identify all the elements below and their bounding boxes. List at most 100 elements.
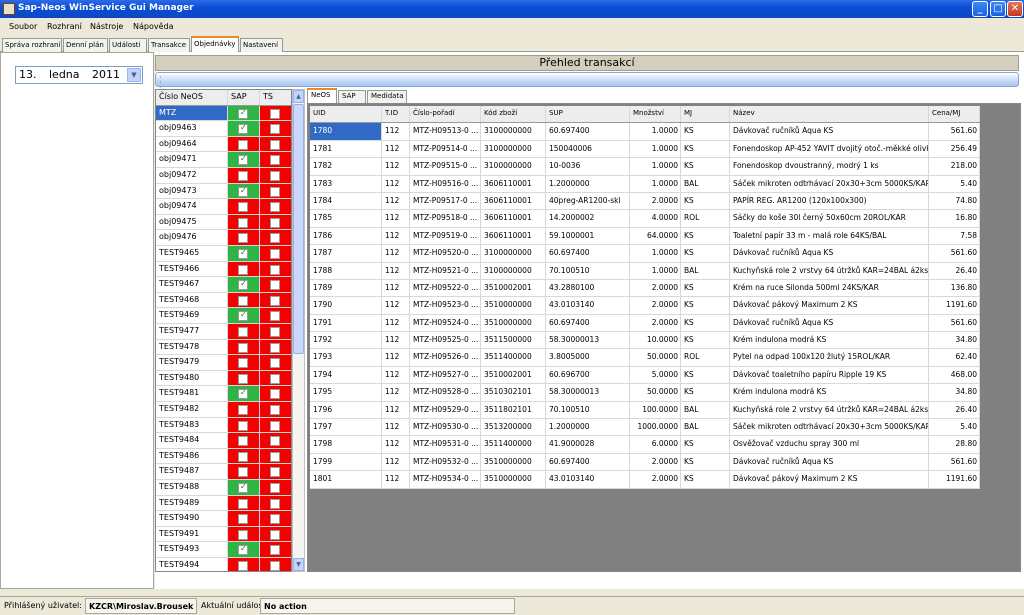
transaction-grid[interactable]: UID T.ID Číslo-pořadí Kód zboží SUP Množství M… bbox=[307, 103, 1021, 572]
order-row[interactable]: obj09471 bbox=[156, 152, 291, 168]
scroll-thumb[interactable] bbox=[293, 104, 304, 354]
column-header-tid[interactable]: T.ID bbox=[382, 106, 410, 123]
transaction-row[interactable]: 1782 112 MTZ-P09515-0 ... 3100000000 10-0036… bbox=[310, 158, 980, 176]
sap-checkbox[interactable] bbox=[238, 529, 248, 540]
order-grid[interactable]: Číslo NeOSSAPTSMTZobj09463obj09464obj094… bbox=[155, 89, 292, 572]
ts-checkbox[interactable] bbox=[270, 389, 280, 400]
order-number[interactable]: TEST9469 bbox=[156, 308, 228, 323]
ts-checkbox[interactable] bbox=[270, 327, 280, 337]
transaction-row[interactable]: 1794 112 MTZ-H09527-0 ... 3510002001 60.6967… bbox=[310, 366, 980, 385]
ts-checkbox[interactable] bbox=[270, 108, 280, 119]
tab-transakce[interactable]: Transakce bbox=[148, 38, 190, 52]
order-number[interactable]: obj09476 bbox=[156, 230, 228, 245]
order-number[interactable]: TEST9480 bbox=[156, 370, 228, 386]
menu-napoveda[interactable]: Nápověda bbox=[133, 22, 174, 31]
column-header-nazev[interactable]: Název bbox=[730, 106, 929, 123]
transaction-row[interactable]: 1788 112 MTZ-H09521-0 ... 3100000000 70.1005… bbox=[310, 262, 980, 280]
sap-checkbox[interactable] bbox=[238, 436, 248, 447]
transaction-row[interactable]: 1780 112 MTZ-H09513-0 ... 3100000000 60.6974… bbox=[310, 123, 980, 141]
order-grid-scrollbar[interactable]: ▲ ▼ bbox=[292, 89, 305, 572]
column-header-mnozstvi[interactable]: Množství bbox=[630, 106, 681, 123]
order-row[interactable]: TEST9490 bbox=[156, 511, 291, 527]
column-header-kod-zbozi[interactable]: Kód zboží bbox=[481, 106, 546, 123]
ts-checkbox[interactable] bbox=[270, 373, 280, 384]
order-row[interactable]: TEST9468 bbox=[156, 292, 291, 309]
order-row[interactable]: TEST9478 bbox=[156, 339, 291, 356]
sap-checkbox[interactable] bbox=[238, 498, 248, 509]
order-grid-column-header[interactable]: Číslo NeOS bbox=[156, 90, 228, 105]
order-grid-column-header[interactable]: SAP bbox=[228, 90, 260, 105]
ts-checkbox[interactable] bbox=[270, 171, 280, 181]
ts-checkbox[interactable] bbox=[270, 545, 280, 556]
order-row[interactable]: TEST9491 bbox=[156, 526, 291, 543]
transaction-row[interactable]: 1792 112 MTZ-H09525-0 ... 3511500000 58.3000… bbox=[310, 332, 980, 350]
tab-sprava-rozhrani[interactable]: Správa rozhraní bbox=[2, 38, 62, 52]
order-number[interactable]: TEST9491 bbox=[156, 526, 228, 542]
column-header-cena-mj[interactable]: Cena/MJ bbox=[929, 106, 980, 123]
order-number[interactable]: obj09471 bbox=[156, 152, 228, 167]
ts-checkbox[interactable] bbox=[270, 264, 280, 275]
column-header-uid[interactable]: UID bbox=[310, 106, 382, 123]
sap-checkbox[interactable] bbox=[238, 154, 248, 166]
order-number[interactable]: obj09474 bbox=[156, 199, 228, 214]
order-row[interactable]: TEST9477 bbox=[156, 324, 291, 340]
ts-checkbox[interactable] bbox=[270, 155, 280, 166]
transaction-row[interactable]: 1781 112 MTZ-P09514-0 ... 3100000000 1500400… bbox=[310, 140, 980, 159]
order-row[interactable]: obj09476 bbox=[156, 230, 291, 246]
transaction-row[interactable]: 1789 112 MTZ-H09522-0 ... 3510002001 43.2880… bbox=[310, 279, 980, 298]
subtab-sap[interactable]: SAP bbox=[338, 90, 366, 103]
sap-checkbox[interactable] bbox=[238, 405, 248, 415]
ts-checkbox[interactable] bbox=[270, 451, 280, 462]
ts-checkbox[interactable] bbox=[270, 202, 280, 213]
subtab-neos[interactable]: NeOS bbox=[307, 88, 337, 103]
scroll-up-icon[interactable]: ▲ bbox=[293, 90, 304, 103]
menu-soubor[interactable]: Soubor bbox=[9, 22, 37, 31]
order-number[interactable]: TEST9489 bbox=[156, 495, 228, 511]
order-number[interactable]: MTZ bbox=[156, 105, 228, 121]
transaction-row[interactable]: 1796 112 MTZ-H09529-0 ... 3511802101 70.1005… bbox=[310, 401, 980, 420]
ts-checkbox[interactable] bbox=[270, 483, 280, 493]
ts-checkbox[interactable] bbox=[270, 529, 280, 540]
sap-checkbox[interactable] bbox=[238, 233, 248, 244]
sap-checkbox[interactable] bbox=[238, 171, 248, 181]
transaction-row[interactable]: 1798 112 MTZ-H09531-0 ... 3511400000 41.9000… bbox=[310, 436, 980, 454]
transaction-row[interactable]: 1799 112 MTZ-H09532-0 ... 3510000000 60.6974… bbox=[310, 453, 980, 472]
transaction-row[interactable]: 1793 112 MTZ-H09526-0 ... 3511400000 3.80050… bbox=[310, 349, 980, 367]
order-number[interactable]: TEST9481 bbox=[156, 386, 228, 401]
order-row[interactable]: obj09472 bbox=[156, 168, 291, 184]
chevron-down-icon[interactable]: ▼ bbox=[127, 68, 141, 82]
sap-checkbox[interactable] bbox=[238, 467, 248, 478]
ts-checkbox[interactable] bbox=[270, 342, 280, 353]
order-row[interactable]: TEST9493 bbox=[156, 542, 291, 558]
column-header-cislo-poradi[interactable]: Číslo-pořadí bbox=[410, 106, 481, 123]
sap-checkbox[interactable] bbox=[238, 388, 248, 400]
sap-checkbox[interactable] bbox=[238, 202, 248, 213]
order-row[interactable]: TEST9481 bbox=[156, 386, 291, 402]
sap-checkbox[interactable] bbox=[238, 217, 248, 228]
sap-checkbox[interactable] bbox=[238, 514, 248, 525]
minimize-button[interactable]: _ bbox=[972, 1, 988, 17]
order-number[interactable]: obj09472 bbox=[156, 168, 228, 183]
transaction-row[interactable]: 1784 112 MTZ-P09517-0 ... 3606110001 40preg-… bbox=[310, 192, 980, 211]
maximize-button[interactable]: □ bbox=[990, 1, 1006, 17]
transaction-row[interactable]: 1787 112 MTZ-H09520-0 ... 3100000000 60.6974… bbox=[310, 245, 980, 263]
order-row[interactable]: TEST9465 bbox=[156, 246, 291, 262]
date-picker[interactable]: 13. ledna 2011 ▼ bbox=[15, 66, 143, 84]
sap-checkbox[interactable] bbox=[238, 451, 248, 462]
order-number[interactable]: TEST9467 bbox=[156, 277, 228, 292]
ts-checkbox[interactable] bbox=[270, 436, 280, 447]
order-row[interactable]: TEST9489 bbox=[156, 495, 291, 512]
ts-checkbox[interactable] bbox=[270, 295, 280, 306]
subtab-medidata[interactable]: Medidata bbox=[367, 90, 407, 103]
sap-checkbox[interactable] bbox=[238, 139, 248, 150]
order-number[interactable]: TEST9493 bbox=[156, 542, 228, 557]
ts-checkbox[interactable] bbox=[270, 186, 280, 197]
order-row[interactable]: TEST9467 bbox=[156, 277, 291, 293]
ts-checkbox[interactable] bbox=[270, 420, 280, 431]
order-row[interactable]: TEST9469 bbox=[156, 308, 291, 324]
transaction-row[interactable]: 1791 112 MTZ-H09524-0 ... 3510000000 60.6974… bbox=[310, 314, 980, 333]
order-row[interactable]: TEST9483 bbox=[156, 417, 291, 434]
order-grid-column-header[interactable]: TS bbox=[260, 90, 291, 105]
sap-checkbox[interactable] bbox=[238, 482, 248, 493]
sap-checkbox[interactable] bbox=[238, 561, 248, 571]
